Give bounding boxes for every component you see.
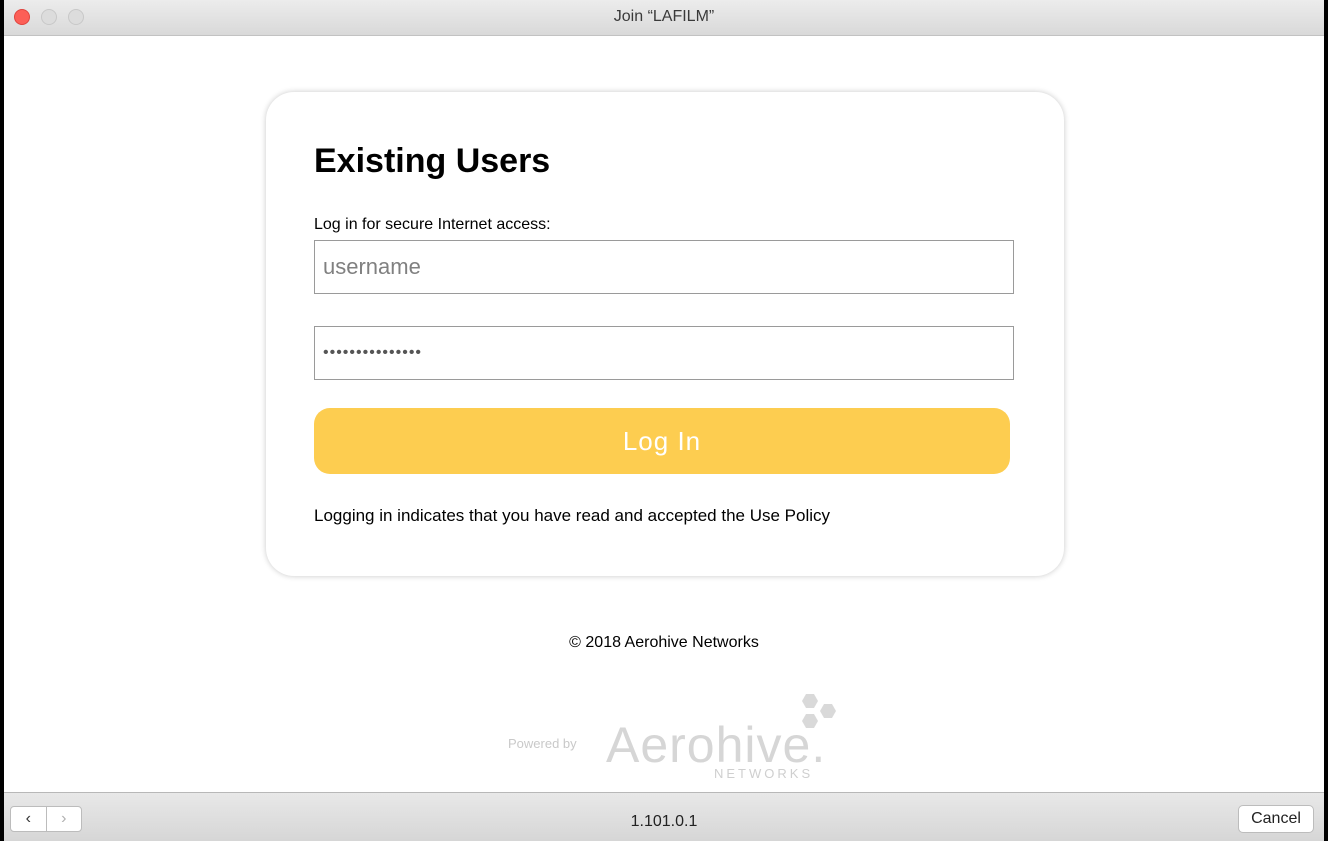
powered-by-label: Powered by [508,736,577,751]
login-prompt: Log in for secure Internet access: [314,216,551,233]
window-title: Join “LAFILM” [613,8,715,25]
cancel-button[interactable]: Cancel [1238,805,1314,833]
captive-portal-window: Join “LAFILM” Existing Users Log in for … [4,0,1324,841]
password-input[interactable] [314,326,1014,380]
login-card: Existing Users Log in for secure Interne… [266,92,1064,576]
title-bar: Join “LAFILM” [4,0,1324,36]
username-input[interactable] [314,240,1014,294]
hexagon-cluster-icon [802,694,836,728]
bottom-toolbar: ‹ › 1.101.0.1 Cancel [4,792,1324,841]
page-content: Existing Users Log in for secure Interne… [4,36,1324,792]
page-title: Existing Users [314,142,551,180]
copyright-text: © 2018 Aerohive Networks [569,634,759,651]
log-in-button[interactable]: Log In [314,408,1010,474]
brand-sub-text: NETWORKS [714,766,814,781]
url-display: 1.101.0.1 [630,813,698,830]
use-policy-notice: Logging in indicates that you have read … [314,506,831,525]
